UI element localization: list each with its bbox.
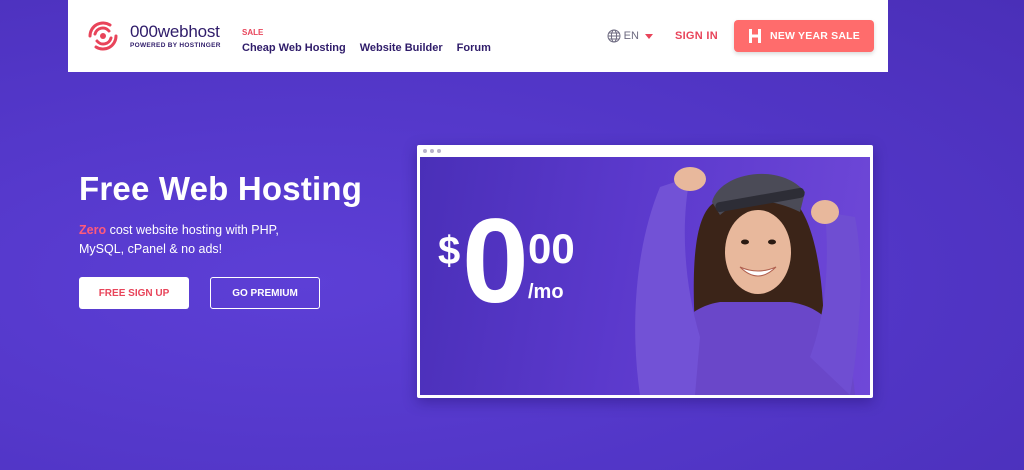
smiling-woman-photo (635, 167, 861, 395)
nav-item-cheap-web-hosting[interactable]: SALE Cheap Web Hosting (242, 28, 346, 56)
price-cents: 00 (528, 225, 575, 272)
nav-item-label: Website Builder (359, 42, 443, 54)
chevron-down-icon (644, 33, 653, 39)
brand-logo[interactable]: 000webhost POWERED BY HOSTINGER (82, 16, 242, 56)
new-year-sale-button[interactable]: NEW YEAR SALE (734, 20, 874, 52)
hero-title: Free Web Hosting (79, 170, 363, 207)
free-sign-up-button[interactable]: FREE SIGN UP (79, 277, 189, 309)
hero-description: Zero cost website hosting with PHP, MySQ… (79, 221, 319, 259)
main-nav: SALE Cheap Web Hosting Website Builder F… (242, 16, 491, 56)
promo-banner: $ 0 00 /mo (420, 157, 870, 395)
brand-tagline: POWERED BY HOSTINGER (130, 41, 221, 49)
promo-browser-mockup: $ 0 00 /mo (417, 145, 873, 398)
window-dot (430, 149, 434, 153)
hostinger-h-icon (749, 29, 762, 43)
nav-item-label: Forum (456, 42, 491, 54)
brand-name: 000webhost (130, 21, 220, 41)
swirl-logo-icon (88, 21, 118, 51)
sale-tag: SALE (242, 28, 264, 37)
sale-button-label: NEW YEAR SALE (770, 30, 860, 42)
language-label: EN (623, 30, 639, 42)
price-currency: $ (438, 229, 461, 273)
header-actions: EN SIGN IN NEW YEAR SALE (607, 20, 874, 52)
price-whole: 0 (462, 194, 529, 328)
window-dot (437, 149, 441, 153)
browser-title-bar (417, 145, 873, 157)
hero-description-highlight: Zero (79, 223, 107, 237)
globe-icon (607, 29, 621, 43)
nav-item-forum[interactable]: Forum (457, 42, 491, 56)
site-header: 000webhost POWERED BY HOSTINGER SALE Che… (68, 0, 888, 72)
nav-item-label: Cheap Web Hosting (242, 42, 346, 54)
window-dot (423, 149, 427, 153)
language-selector[interactable]: EN (607, 29, 653, 43)
nav-item-website-builder[interactable]: Website Builder (360, 42, 443, 56)
hero-description-text: cost website hosting with PHP, MySQL, cP… (79, 223, 279, 256)
sign-in-link[interactable]: SIGN IN (675, 30, 718, 42)
go-premium-button[interactable]: GO PREMIUM (210, 277, 320, 309)
price-period: /mo (528, 281, 564, 303)
